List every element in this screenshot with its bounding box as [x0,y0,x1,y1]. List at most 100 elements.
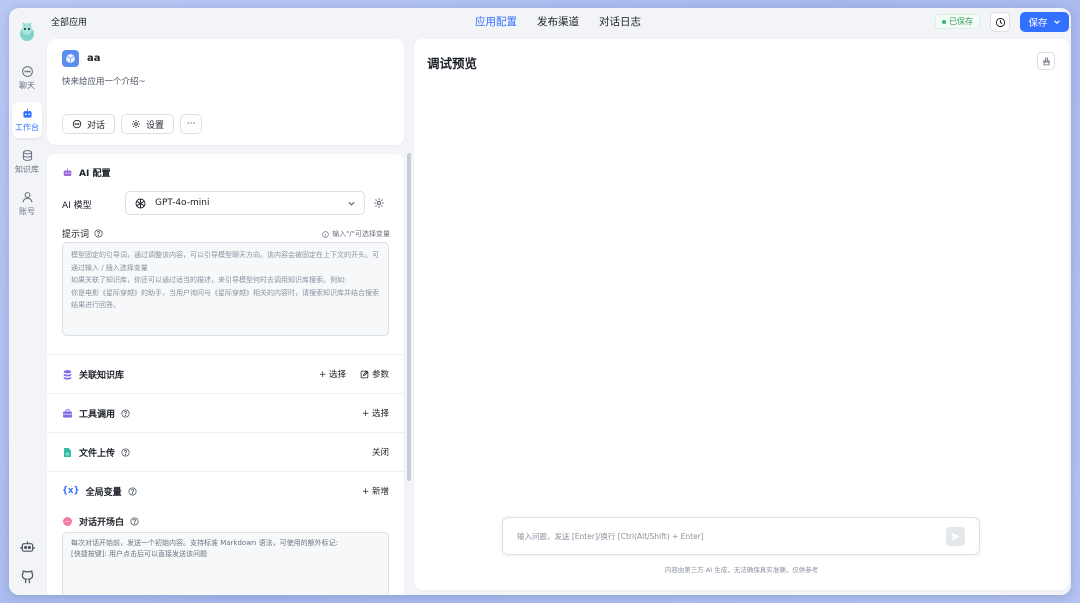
prompt-textarea[interactable]: 模型固定的引导词，通过调整该内容，可以引导模型聊天方向。该内容会被固定在上下文的… [62,242,389,336]
status-dot-icon [942,19,946,24]
ai-config-title: AI 配置 [79,169,111,179]
chat-icon [21,66,33,77]
breadcrumb[interactable]: 全部应用 [51,15,87,28]
ai-config-card: AI 配置 AI 模型 GPT-4o-mini 提示词 输入"/"可选择变量 模… [47,154,404,595]
vars-actions: + 新增 [362,485,389,497]
tab-publish-channel[interactable]: 发布渠道 [537,14,579,29]
more-icon: ··· [186,119,196,129]
save-button-label: 保存 [1028,18,1048,29]
tools-label: 工具调用 [79,409,116,420]
kb-actions: + 选择 参数 [319,368,389,380]
nav-item-workbench[interactable]: 工作台 [12,102,42,138]
help-icon[interactable] [94,229,103,238]
nav-item-knowledge[interactable]: 知识库 [12,144,42,180]
chat-button[interactable]: 对话 [62,114,116,134]
edit-icon [360,370,369,378]
file-icon [64,447,71,457]
opening-label: 对话开场白 [79,518,125,528]
kb-label: 关联知识库 [79,370,125,381]
upload-label: 文件上传 [79,448,116,459]
help-icon[interactable] [121,408,130,418]
prompt-hint: 输入"/"可选择变量 [322,229,390,239]
robot-icon [63,168,72,176]
clear-chat-button[interactable] [1037,52,1055,70]
row-file-upload: 文件上传 关闭 [47,432,404,471]
app-actions: 对话 设置 ··· [62,114,203,134]
tab-app-config[interactable]: 应用配置 [475,14,517,29]
variable-icon: {x} [62,486,80,496]
send-button[interactable] [946,526,965,546]
logo-icon [20,22,34,41]
app-avatar [62,50,79,67]
tab-bar: 应用配置 发布渠道 对话日志 [475,14,641,29]
kb-params-label: 参数 [371,370,389,380]
chat-bubble-icon [72,119,82,129]
ai-disclaimer: 内容由第三方 AI 生成，无法确保真实准确，仅供参考 [664,566,819,574]
chat-button-label: 对话 [87,120,106,131]
prompt-hint-text: 输入"/"可选择变量 [332,230,390,238]
config-scrollbar[interactable] [407,153,411,481]
model-value: GPT-4o-mini [155,198,210,208]
row-global-vars: {x} 全局变量 + 新增 [47,471,404,510]
upload-toggle-status[interactable]: 关闭 [372,446,389,458]
row-tools: 工具调用 + 选择 [47,393,404,432]
vars-add-button[interactable]: + 新增 [362,485,389,497]
tools-select-button[interactable]: + 选择 [362,407,389,419]
kb-select-button[interactable]: + 选择 [319,368,346,380]
saved-status-badge: 已保存 [935,14,980,29]
chat-bubble-icon [63,517,72,526]
opening-header: 对话开场白 [62,515,139,528]
top-bar: 全部应用 应用配置 发布渠道 对话日志 已保存 保存 [45,8,1071,36]
opening-placeholder: 每次对话开始前，发送一个初始内容。支持标准 Markdown 语法，可使用的额外… [71,539,338,558]
openai-icon [135,198,146,208]
app-info-card: aa 快来给应用一个介绍~ 对话 设置 ··· [47,39,404,145]
chevron-down-icon [348,201,355,206]
model-label: AI 模型 [62,201,92,211]
github-icon[interactable] [20,570,35,585]
nav-item-account[interactable]: 账号 [12,186,42,222]
nav-item-label: 工作台 [15,123,39,132]
left-nav: 聊天 工作台 知识库 账号 [9,8,45,595]
kb-header: 关联知识库 [62,368,124,381]
settings-button[interactable]: 设置 [121,114,175,134]
model-settings-icon[interactable] [373,197,385,209]
tools-actions: + 选择 [362,407,389,419]
history-button[interactable] [990,12,1010,32]
info-icon [322,230,329,238]
vars-header: {x} 全局变量 [62,485,137,498]
database-icon [63,369,72,380]
upload-header: 文件上传 [62,446,130,459]
nav-item-chat[interactable]: 聊天 [12,60,42,96]
opening-textarea[interactable]: 每次对话开始前，发送一个初始内容。支持标准 Markdown 语法，可使用的额外… [62,532,389,595]
nav-item-label: 聊天 [19,81,35,90]
kb-params-button[interactable]: 参数 [360,368,389,380]
more-button[interactable]: ··· [180,114,203,134]
vars-label: 全局变量 [85,487,122,498]
database-icon [22,150,32,161]
nav-item-label: 知识库 [15,165,39,174]
chat-input-placeholder: 输入问题，发送 [Enter]/换行 [Ctrl(Alt/Shift) + En… [517,531,704,541]
prompt-label: 提示词 [62,230,90,240]
prompt-placeholder: 模型固定的引导词，通过调整该内容，可以引导模型聊天方向。该内容会被固定在上下文的… [71,251,379,309]
settings-button-label: 设置 [146,120,165,131]
app-window: 聊天 工作台 知识库 账号 全部应用 应用配置 发布渠道 对话日志 已保存 保存… [9,8,1071,595]
app-name: aa [87,53,101,64]
ai-config-header: AI 配置 [62,166,110,179]
help-icon[interactable] [121,447,130,457]
chat-input[interactable]: 输入问题，发送 [Enter]/换行 [Ctrl(Alt/Shift) + En… [502,517,980,555]
chevron-down-icon [1053,20,1060,25]
clock-icon [995,17,1005,27]
help-icon[interactable] [128,486,137,496]
bot-icon[interactable] [19,539,35,554]
model-select[interactable]: GPT-4o-mini [125,191,365,215]
nav-item-label: 账号 [19,207,35,216]
tab-chat-logs[interactable]: 对话日志 [599,14,641,29]
save-button[interactable]: 保存 [1020,12,1069,32]
prompt-label-wrap: 提示词 [62,227,103,240]
user-icon [22,192,32,203]
saved-status-text: 已保存 [949,17,973,26]
help-icon[interactable] [130,517,139,526]
app-intro: 快来给应用一个介绍~ [62,77,146,87]
robot-icon [22,108,32,118]
broom-icon [1042,57,1050,65]
